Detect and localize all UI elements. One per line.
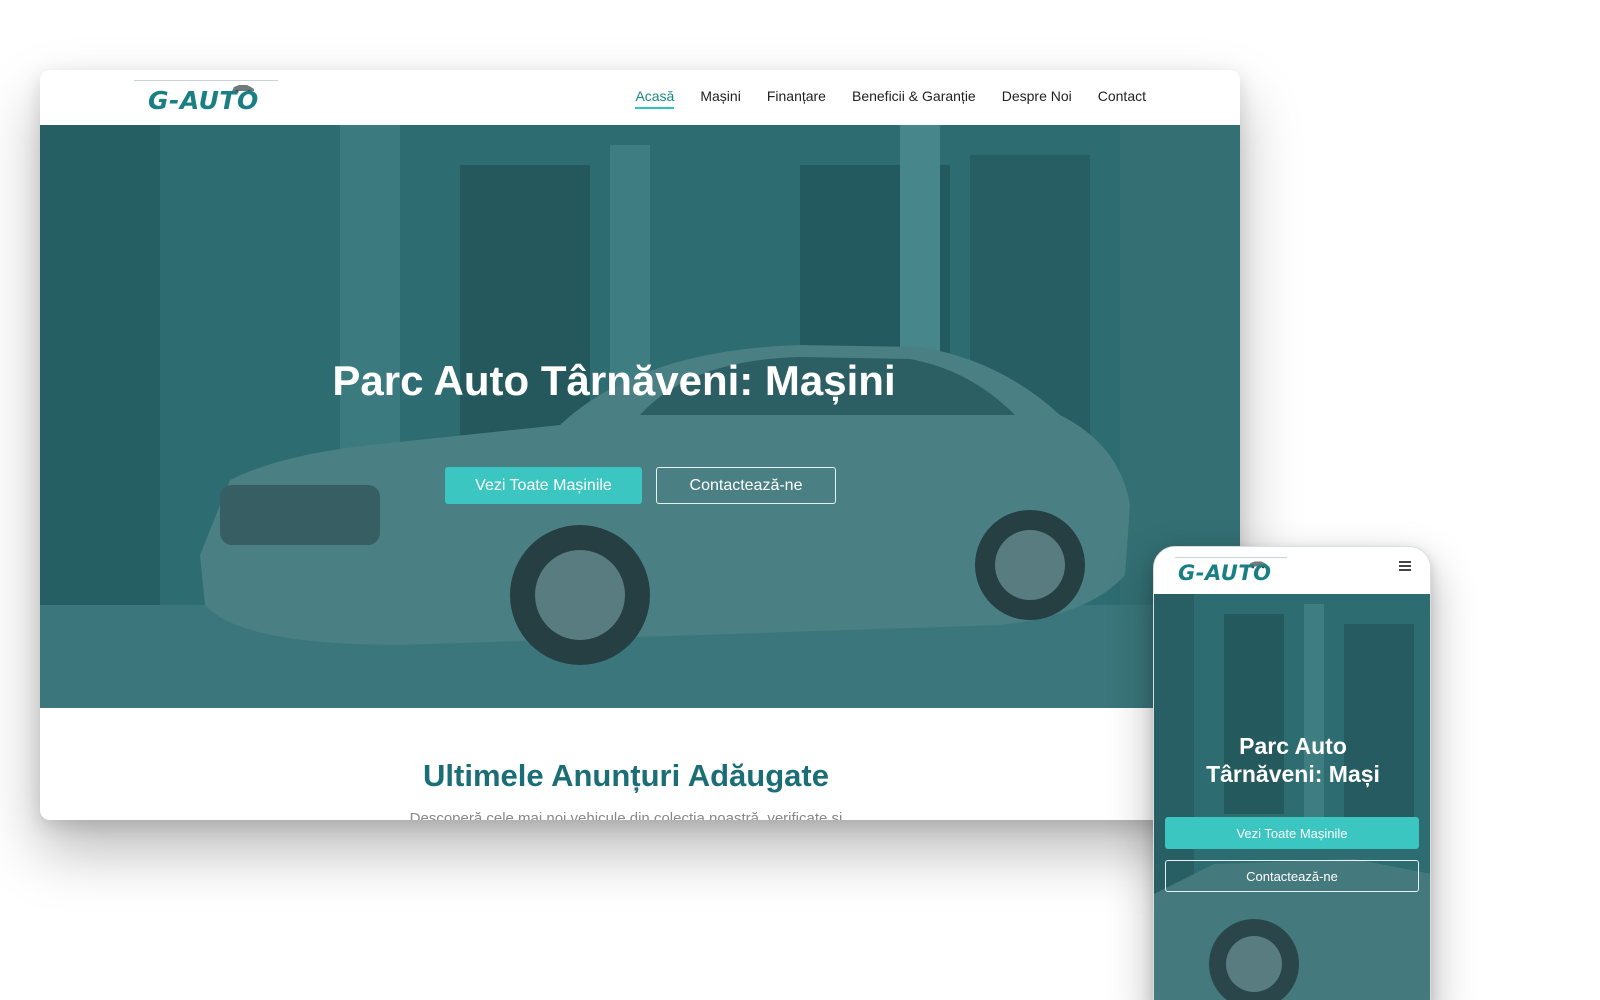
mobile-header: G-AUTO (1154, 547, 1430, 594)
latest-listings-subtitle: Descoperă cele mai noi vehicule din cole… (409, 810, 843, 820)
mockup-stage: G-AUTO Acasă Mașini Finanțare Beneficii … (0, 0, 1600, 1000)
desktop-mockup: G-AUTO Acasă Mașini Finanțare Beneficii … (40, 70, 1240, 820)
nav-item-contact[interactable]: Contact (1098, 88, 1146, 109)
hero-title: Parc Auto Târnăveni: Mașini (332, 357, 896, 404)
latest-listings-title: Ultimele Anunțuri Adăugate (423, 758, 829, 793)
nav-item-masini[interactable]: Mașini (700, 88, 740, 109)
mobile-hero-car-image (1154, 594, 1430, 1000)
main-nav: Acasă Mașini Finanțare Beneficii & Garan… (635, 88, 1146, 109)
mobile-contact-us-button[interactable]: Contactează-ne (1165, 860, 1419, 892)
nav-item-beneficii-garantie[interactable]: Beneficii & Garanție (852, 88, 976, 109)
mobile-hero-section: Parc Auto Târnăveni: Mași Vezi Toate Maș… (1154, 594, 1430, 1000)
site-header: G-AUTO Acasă Mașini Finanțare Beneficii … (40, 70, 1240, 125)
contact-us-button[interactable]: Contactează-ne (656, 467, 836, 504)
logo-text: G-AUTO (148, 86, 259, 115)
mobile-site-logo[interactable]: G-AUTO (1175, 557, 1290, 589)
mobile-view-all-cars-button[interactable]: Vezi Toate Mașinile (1165, 817, 1419, 849)
mobile-mockup: G-AUTO Parc Auto Târnăveni: Mași Vezi To… (1153, 546, 1431, 1000)
nav-item-despre-noi[interactable]: Despre Noi (1002, 88, 1072, 109)
hamburger-icon[interactable] (1399, 561, 1411, 573)
nav-item-finantare[interactable]: Finanțare (767, 88, 826, 109)
mobile-hero-title: Parc Auto Târnăveni: Mași (1206, 733, 1380, 787)
view-all-cars-button[interactable]: Vezi Toate Mașinile (445, 467, 642, 504)
nav-item-acasa[interactable]: Acasă (635, 88, 675, 109)
mobile-logo-text: G-AUTO (1178, 561, 1272, 585)
site-logo[interactable]: G-AUTO (134, 80, 279, 116)
hero-car-image (40, 125, 1240, 708)
hero-section: Parc Auto Târnăveni: Mașini Vezi Toate M… (40, 125, 1240, 708)
